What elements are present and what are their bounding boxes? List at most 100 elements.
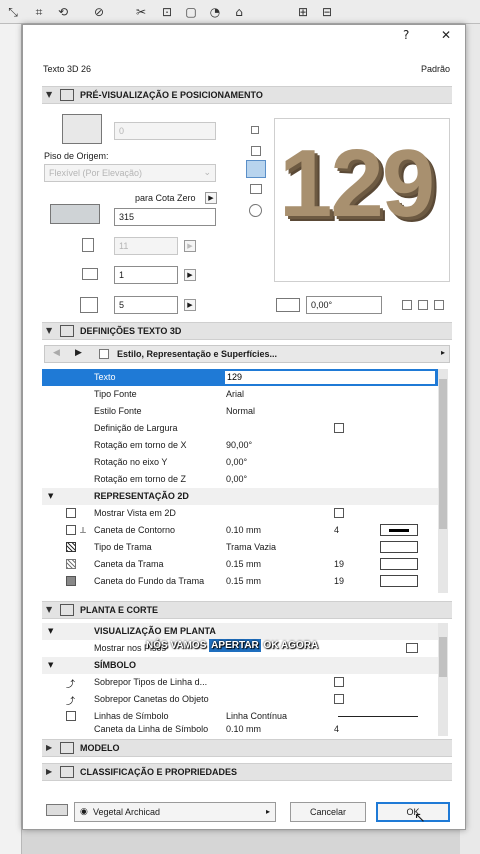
row-value[interactable]: Normal xyxy=(226,403,255,420)
fill-sample[interactable] xyxy=(380,541,418,553)
row-value[interactable]: 0.10 mm xyxy=(226,522,261,539)
page-select-arrow-icon[interactable]: ▸ xyxy=(441,348,445,357)
spacing-field[interactable]: 1 xyxy=(114,266,178,284)
pen-number[interactable]: 4 xyxy=(334,725,339,736)
preview-text-3d: 129 xyxy=(279,130,435,237)
row-value[interactable]: Trama Vazia xyxy=(226,539,276,556)
tool-icon[interactable]: ⊡ xyxy=(160,5,174,19)
symbol-subheader[interactable]: ▼ SÍMBOLO xyxy=(42,657,438,674)
pen-sample[interactable] xyxy=(380,524,418,536)
row-lock-checkbox[interactable] xyxy=(66,711,76,721)
tool-icon[interactable]: ⊞ xyxy=(296,5,310,19)
row-value[interactable]: 0.15 mm xyxy=(226,556,261,573)
scrollbar-thumb[interactable] xyxy=(439,637,447,677)
floor-icon[interactable] xyxy=(406,643,418,653)
table-row[interactable]: Estilo Fonte Normal xyxy=(42,403,438,420)
table-row[interactable]: ⤴ Sobrepor Tipos de Linha d... xyxy=(42,674,438,691)
override-pen-checkbox[interactable] xyxy=(334,694,344,704)
top-height-field[interactable]: 0 xyxy=(114,122,216,140)
mirror-y-icon[interactable] xyxy=(434,300,444,310)
trace-tool-icon[interactable]: ✂ xyxy=(134,5,148,19)
default-label[interactable]: Padrão xyxy=(421,63,450,75)
section-model-header[interactable]: ▶ MODELO xyxy=(42,739,452,757)
width-icon xyxy=(82,238,94,252)
width-checkbox[interactable] xyxy=(334,423,344,433)
plan-view-icon[interactable] xyxy=(251,126,259,134)
row-value[interactable]: 0,00° xyxy=(226,454,247,471)
snap-tool-icon[interactable]: ⊘ xyxy=(92,5,106,19)
close-icon[interactable]: ✕ xyxy=(441,28,451,42)
next-page-icon[interactable]: ▶ xyxy=(75,348,82,358)
arrow-button-disabled[interactable]: ▶ xyxy=(184,240,196,252)
mirror-x-icon[interactable] xyxy=(418,300,428,310)
rep2d-subheader[interactable]: ▼ REPRESENTAÇÃO 2D xyxy=(42,488,438,505)
page-select-label[interactable]: Estilo, Representação e Superfícies... xyxy=(117,349,277,359)
row-value[interactable]: Linha Contínua xyxy=(226,708,287,725)
pen-number[interactable]: 4 xyxy=(334,522,339,539)
pen-number[interactable]: 19 xyxy=(334,556,344,573)
table-row-selected[interactable]: Texto 129 xyxy=(42,369,438,386)
row-value[interactable]: Arial xyxy=(226,386,244,403)
arrow-tool-icon[interactable]: ⤡ xyxy=(6,5,20,19)
row-lock-checkbox[interactable] xyxy=(66,508,76,518)
table-row[interactable]: Mostrar Vista em 2D xyxy=(42,505,438,522)
size-field-disabled[interactable]: 11 xyxy=(114,237,178,255)
tool-icon[interactable]: ⌂ xyxy=(232,5,246,19)
layer-select[interactable]: ◉ Vegetal Archicad ▸ xyxy=(74,802,276,822)
table-row[interactable]: ⟂ Caneta de Contorno 0.10 mm 4 xyxy=(42,522,438,539)
override-line-checkbox[interactable] xyxy=(334,677,344,687)
text-value-input[interactable]: 129 xyxy=(224,370,436,385)
cota-arrow-button[interactable]: ▶ xyxy=(205,192,217,204)
pen-sample[interactable] xyxy=(380,558,418,570)
section-view-icon[interactable] xyxy=(251,146,261,156)
table-row[interactable]: ⤴ Sobrepor Canetas do Objeto xyxy=(42,691,438,708)
line-sample xyxy=(338,716,418,717)
settings-scrollbar[interactable] xyxy=(438,369,448,593)
cancel-button[interactable]: Cancelar xyxy=(290,802,366,822)
spacing-arrow-button[interactable]: ▶ xyxy=(184,269,196,281)
vis-subheader[interactable]: ▼ VISUALIZAÇÃO EM PLANTA xyxy=(42,623,438,640)
depth-arrow-button[interactable]: ▶ xyxy=(184,299,196,311)
section-plan-header[interactable]: ▼ PLANTA E CORTE xyxy=(42,601,452,619)
rotate-tool-icon[interactable]: ⟲ xyxy=(56,5,70,19)
ok-button[interactable]: OK xyxy=(376,802,450,822)
tool-icon[interactable]: ⊟ xyxy=(320,5,334,19)
origin-select[interactable]: Flexível (Por Elevação) ⌄ xyxy=(44,164,216,182)
prev-page-icon[interactable]: ◀ xyxy=(53,348,60,358)
table-row[interactable]: Rotação no eixo Y 0,00° xyxy=(42,454,438,471)
section-title: DEFINIÇÕES TEXTO 3D xyxy=(80,326,182,336)
3d-view-icon[interactable] xyxy=(246,160,266,178)
tool-icon[interactable]: ▢ xyxy=(184,5,198,19)
info-icon[interactable] xyxy=(249,204,262,217)
row-value[interactable]: 0.10 mm xyxy=(226,725,261,736)
row-lock-checkbox[interactable] xyxy=(66,525,76,535)
help-icon[interactable]: ? xyxy=(403,28,409,42)
section-class-header[interactable]: ▶ CLASSIFICAÇÃO E PROPRIEDADES xyxy=(42,763,452,781)
row-value[interactable]: 90,00° xyxy=(226,437,252,454)
tool-icon[interactable]: ◔ xyxy=(208,5,222,19)
table-row[interactable]: Caneta da Linha de Símbolo 0.10 mm 4 xyxy=(42,725,438,736)
plan-scrollbar[interactable] xyxy=(438,623,448,736)
row-value[interactable]: 0,00° xyxy=(226,471,247,488)
table-row[interactable]: Rotação em torno de Z 0,00° xyxy=(42,471,438,488)
table-row[interactable]: Rotação em torno de X 90,00° xyxy=(42,437,438,454)
angle-field[interactable]: 0,00° xyxy=(306,296,382,314)
depth-field[interactable]: 5 xyxy=(114,296,178,314)
section-preview-header[interactable]: ▼ PRÉ-VISUALIZAÇÃO E POSICIONAMENTO xyxy=(42,86,452,104)
table-row[interactable]: Caneta da Trama 0.15 mm 19 xyxy=(42,556,438,573)
scrollbar-thumb[interactable] xyxy=(439,379,447,529)
elevation-view-icon[interactable] xyxy=(250,184,262,194)
table-row[interactable]: Tipo Fonte Arial xyxy=(42,386,438,403)
marquee-tool-icon[interactable]: ⌗ xyxy=(32,5,46,19)
pen-number[interactable]: 19 xyxy=(334,573,344,590)
section-settings-header[interactable]: ▼ DEFINIÇÕES TEXTO 3D xyxy=(42,322,452,340)
table-row[interactable]: Caneta do Fundo da Trama 0.15 mm 19 xyxy=(42,573,438,590)
row-value[interactable]: 0.15 mm xyxy=(226,573,261,590)
pen-sample[interactable] xyxy=(380,575,418,587)
show-2d-checkbox[interactable] xyxy=(334,508,344,518)
table-row[interactable]: Definição de Largura xyxy=(42,420,438,437)
table-row[interactable]: Tipo de Trama Trama Vazia xyxy=(42,539,438,556)
table-row[interactable]: Linhas de Símbolo Linha Contínua xyxy=(42,708,438,725)
mirror-icon[interactable] xyxy=(402,300,412,310)
cota-field[interactable]: 315 xyxy=(114,208,216,226)
